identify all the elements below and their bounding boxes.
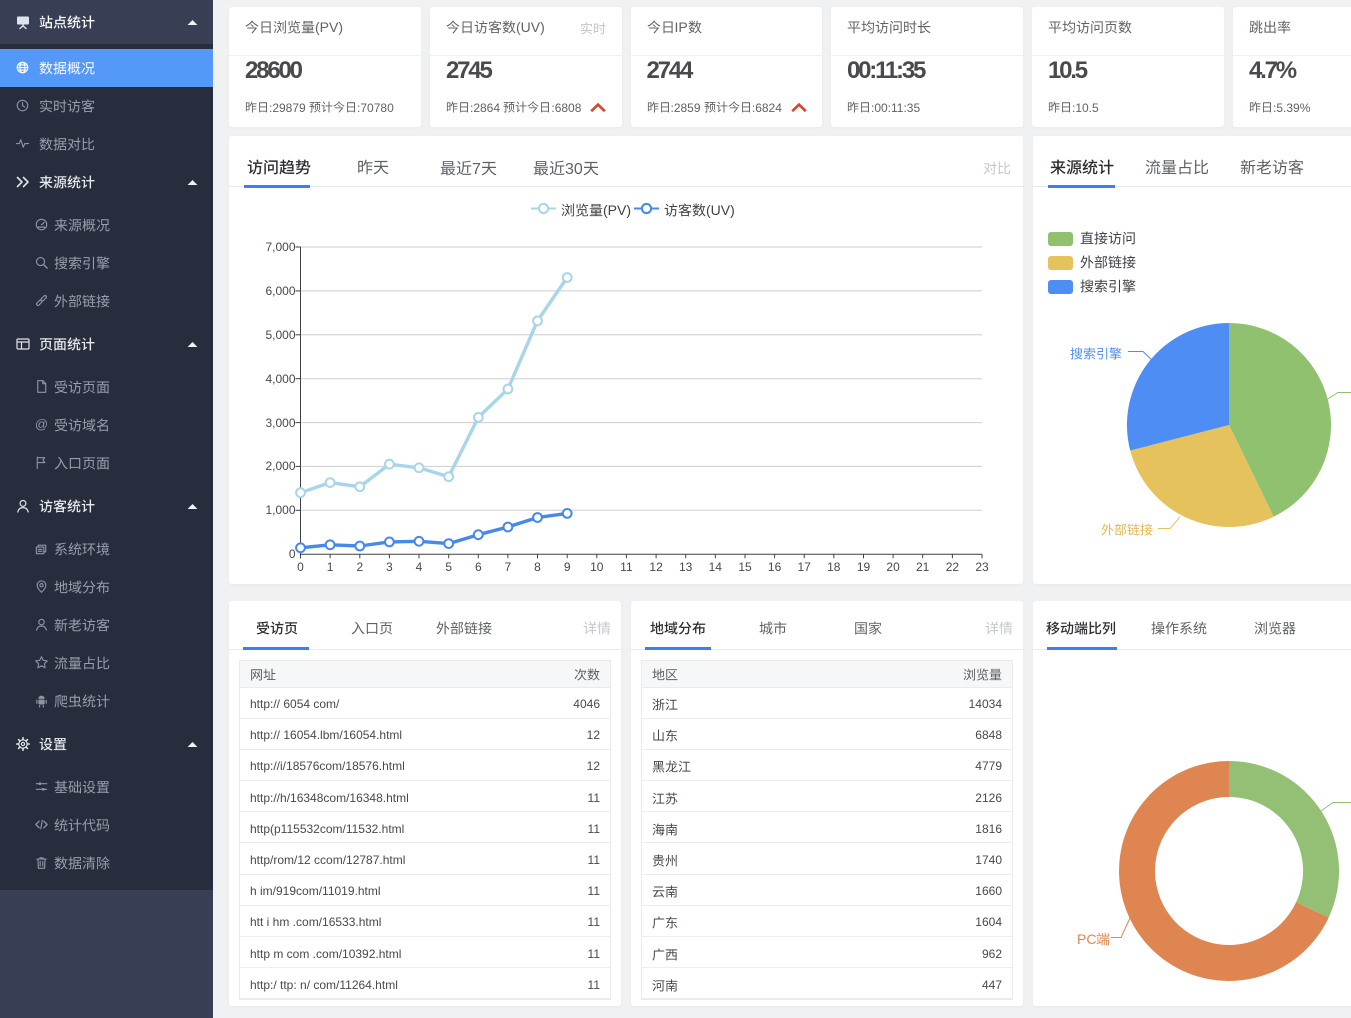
svg-text:@: @ bbox=[35, 417, 48, 432]
